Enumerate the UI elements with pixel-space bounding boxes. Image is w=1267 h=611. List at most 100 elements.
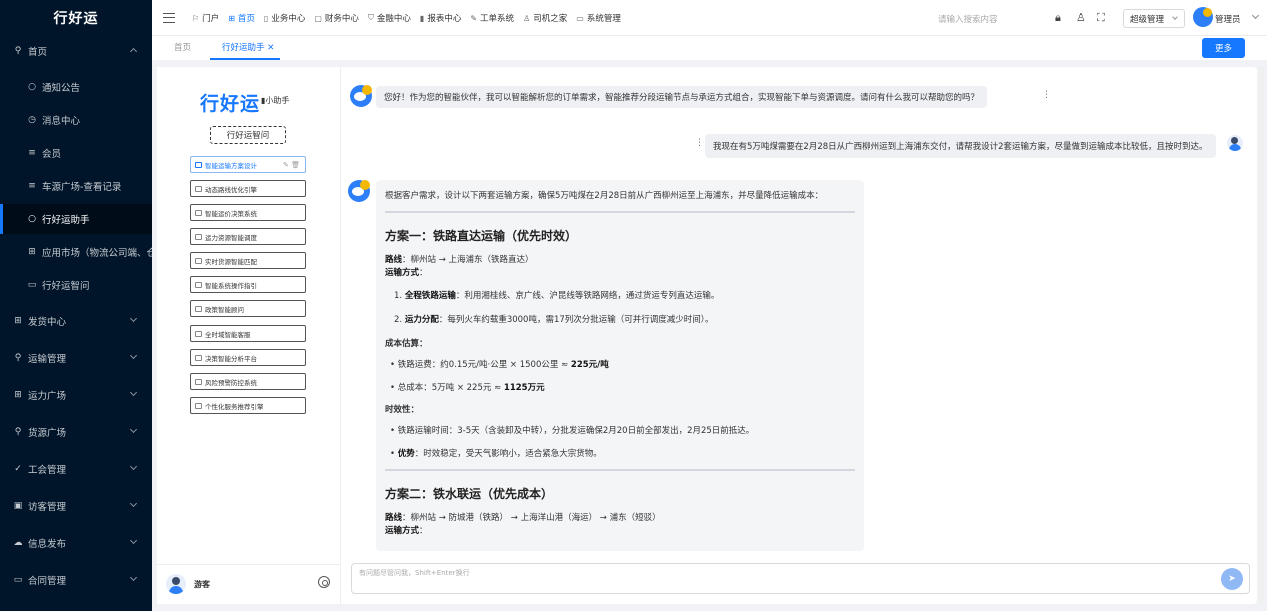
list-item: 铁路运费：约0.15元/吨·公里 × 1500公里 ≈ 225元/吨 bbox=[390, 358, 855, 372]
list-item[interactable]: 全时域智能客服 bbox=[190, 325, 306, 342]
fullscreen-icon[interactable]: ⛶ bbox=[1097, 11, 1105, 25]
plan1-title: 方案一：铁路直达运输（优先时效） bbox=[385, 229, 578, 243]
panel-footer: 游客 bbox=[157, 564, 341, 604]
sidebar-item-label: 工会管理 bbox=[28, 465, 67, 476]
nav-workorder[interactable]: ✎ 工单系统 bbox=[470, 12, 514, 25]
sidebar-item-transport[interactable]: ⚲ 运输管理 bbox=[0, 343, 152, 373]
search-icon: ⚲ bbox=[14, 427, 22, 437]
grid-icon: ⊞ bbox=[14, 390, 22, 400]
sidebar-item-cargo[interactable]: ⚲ 货源广场 bbox=[0, 417, 152, 447]
divider bbox=[385, 211, 855, 213]
sidebar-item-label: 发货中心 bbox=[28, 317, 67, 328]
sidebar-item-visitor[interactable]: ▣ 访客管理 bbox=[0, 491, 152, 521]
chat-icon bbox=[195, 209, 202, 216]
list-item[interactable]: 个性化服务推荐引擎 bbox=[190, 397, 306, 414]
user-name[interactable]: 管理员 bbox=[1215, 13, 1241, 25]
sidebar-item-messages[interactable]: ◷ 消息中心 bbox=[0, 105, 152, 135]
chevron-up-icon bbox=[129, 47, 138, 56]
sidebar-item-home[interactable]: ⚲ 首页 bbox=[0, 36, 152, 66]
wrench-icon: ✎ bbox=[470, 13, 478, 23]
sidebar-item-app-market[interactable]: ⊞ 应用市场（物流公司端、仓 bbox=[0, 237, 152, 267]
menu-toggle-icon[interactable] bbox=[163, 13, 175, 23]
sidebar-item-label: 车源广场-查看记录 bbox=[42, 182, 122, 193]
nav-finance[interactable]: ▢ 财务中心 bbox=[314, 12, 359, 25]
tabs-bar: 首页 行好运助手 ✕ 更多 bbox=[152, 36, 1267, 60]
chat-icon bbox=[195, 233, 202, 240]
list-item[interactable]: 智能系统操作指引 bbox=[190, 276, 306, 293]
more-icon[interactable]: ⋮ bbox=[1042, 90, 1051, 100]
more-button[interactable]: 更多 bbox=[1202, 38, 1245, 58]
chat-input-placeholder: 有问题尽管问我，Shift+Enter换行 bbox=[359, 569, 470, 577]
scrollbar[interactable] bbox=[1259, 67, 1264, 604]
sidebar-item-capacity[interactable]: ⊞ 运力广场 bbox=[0, 380, 152, 410]
grid-icon: ⊞ bbox=[228, 13, 235, 23]
tab-home[interactable]: 首页 bbox=[174, 41, 191, 53]
window-icon: ▭ bbox=[13, 575, 23, 585]
list-item: 1. 全程铁路运输：利用湘桂线、京广线、沪昆线等铁路网络，通过货运专列直达运输。 bbox=[394, 291, 720, 301]
sidebar-item-smart-ask[interactable]: ▭ 行好运智问 bbox=[0, 270, 152, 300]
plan1-method-list: 1. 全程铁路运输：利用湘桂线、京广线、沪昆线等铁路网络，通过货运专列直达运输。… bbox=[394, 289, 855, 327]
edit-delete-icon[interactable]: ✎ 🗑︎ bbox=[283, 161, 300, 169]
sidebar-item-member[interactable]: ≡ 会员 bbox=[0, 138, 152, 168]
list-item[interactable]: 决策智能分析平台 bbox=[190, 349, 306, 366]
search-input[interactable]: 请输入搜索内容 bbox=[938, 13, 998, 25]
page-icon: ▯ bbox=[263, 13, 269, 23]
new-chat-button[interactable]: 行好运智问 bbox=[210, 126, 286, 144]
sidebar-item-label: 应用市场（物流公司端、仓 bbox=[42, 248, 152, 259]
nav-driver-home[interactable]: ♙ 司机之家 bbox=[523, 12, 567, 25]
list-icon: ≡ bbox=[28, 181, 36, 191]
chevron-down-icon bbox=[129, 462, 138, 471]
list-item[interactable]: 智能运价决策系统 bbox=[190, 204, 306, 221]
list-item[interactable]: 智能运输方案设计 ✎ 🗑︎ bbox=[190, 156, 306, 173]
chat-icon bbox=[195, 402, 202, 409]
sidebar-item-contract[interactable]: ▭ 合同管理 bbox=[0, 565, 152, 595]
chevron-down-icon[interactable] bbox=[1251, 11, 1260, 20]
sidebar-item-publish[interactable]: ☁ 信息发布 bbox=[0, 528, 152, 558]
nav-fin-service[interactable]: ⛉ 金融中心 bbox=[368, 12, 411, 24]
chat-input[interactable]: 有问题尽管问我，Shift+Enter换行 ➤ bbox=[351, 563, 1250, 594]
list-icon: ≡ bbox=[28, 148, 36, 158]
sidebar-item-shipping[interactable]: ⊞ 发货中心 bbox=[0, 306, 152, 336]
sidebar-item-label: 通知公告 bbox=[42, 83, 81, 94]
list-item: 优势：时效稳定，受天气影响小，适合紧急大宗货物。 bbox=[390, 447, 855, 461]
plan1-method-label: 运输方式： bbox=[385, 268, 428, 278]
list-item[interactable]: 政策智能顾问 bbox=[190, 300, 306, 317]
sidebar-item-vehicle-records[interactable]: ≡ 车源广场-查看记录 bbox=[0, 171, 152, 201]
divider bbox=[385, 469, 855, 471]
chat-icon bbox=[195, 354, 202, 361]
nav-business[interactable]: ▯ 业务中心 bbox=[263, 12, 305, 25]
bot-avatar bbox=[350, 85, 372, 107]
monitor-icon: ▭ bbox=[576, 13, 584, 23]
list-item[interactable]: 运力资源智能调度 bbox=[190, 228, 306, 245]
sidebar-item-notice[interactable]: ○ 通知公告 bbox=[0, 72, 152, 102]
role-select[interactable]: 超级管理 bbox=[1123, 9, 1185, 28]
gear-icon[interactable] bbox=[318, 576, 330, 588]
shirt-icon[interactable]: ♙ bbox=[1076, 11, 1086, 24]
tab-assistant[interactable]: 行好运助手 ✕ bbox=[222, 41, 274, 53]
location-icon: ⚲ bbox=[14, 46, 22, 56]
close-icon[interactable]: ✕ bbox=[267, 43, 274, 53]
sidebar-item-label: 访客管理 bbox=[28, 502, 67, 513]
lock-icon[interactable]: 🔒︎ bbox=[1055, 11, 1061, 25]
sidebar-item-label: 合同管理 bbox=[28, 576, 67, 587]
list-item[interactable]: 动态路线优化引擎 bbox=[190, 180, 306, 197]
send-button[interactable]: ➤ bbox=[1221, 568, 1243, 590]
sidebar-item-label: 信息发布 bbox=[28, 539, 67, 550]
list-item[interactable]: 实时货源智能匹配 bbox=[190, 252, 306, 269]
bot-greeting: 您好！作为您的智能伙伴，我可以智能解析您的订单需求，智能推荐分段运输节点与承运方… bbox=[376, 86, 988, 108]
chevron-down-icon bbox=[129, 425, 138, 434]
list-item[interactable]: 风险预警防控系统 bbox=[190, 373, 306, 390]
screen-icon: ▣ bbox=[13, 501, 23, 511]
sidebar-item-assistant[interactable]: ○ 行好运助手 bbox=[0, 204, 152, 234]
more-icon[interactable]: ⋮ bbox=[695, 138, 704, 148]
chevron-down-icon bbox=[129, 388, 138, 397]
sidebar-item-union[interactable]: ✓ 工会管理 bbox=[0, 454, 152, 484]
nav-home[interactable]: ⊞ 首页 bbox=[228, 12, 255, 25]
chat-icon bbox=[195, 257, 202, 264]
sidebar: 行好运 ⚲ 首页 ○ 通知公告 ◷ 消息中心 ≡ 会员 ≡ 车源广场-查看记录 … bbox=[0, 0, 152, 611]
sidebar-item-label: 货源广场 bbox=[28, 428, 67, 439]
avatar[interactable] bbox=[1193, 7, 1213, 27]
nav-portal[interactable]: ⚐ 门户 bbox=[192, 12, 219, 25]
nav-system[interactable]: ▭ 系统管理 bbox=[576, 12, 621, 25]
nav-reports[interactable]: ▮ 报表中心 bbox=[420, 12, 461, 25]
